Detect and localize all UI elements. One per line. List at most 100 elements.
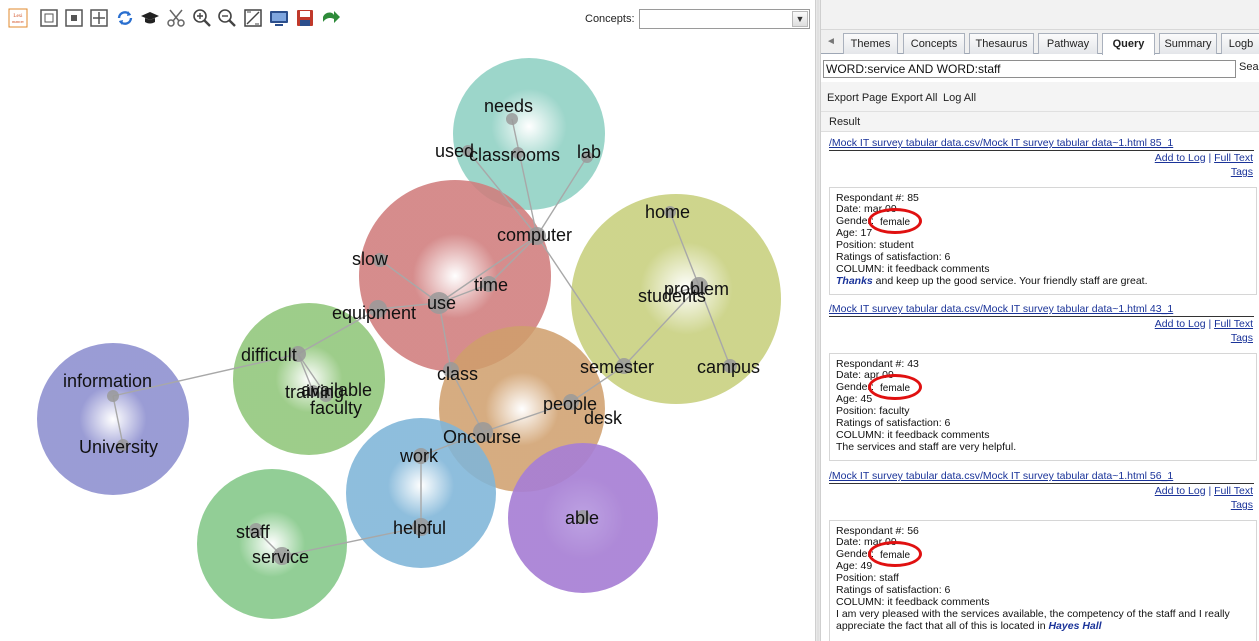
concept-label[interactable]: faculty	[310, 398, 362, 418]
chart-icon[interactable]	[242, 7, 264, 29]
concept-label[interactable]: use	[427, 293, 456, 313]
tags-link[interactable]: Tags	[1231, 499, 1253, 511]
query-row: Sea	[823, 60, 1259, 78]
result-link[interactable]: /Mock IT survey tabular data.csv/Mock IT…	[829, 470, 1173, 482]
chevron-down-icon[interactable]: ▼	[792, 11, 808, 27]
zoom-in-icon[interactable]	[191, 7, 213, 29]
tab-concepts[interactable]: Concepts	[903, 33, 965, 54]
record-column: COLUMN: it feedback comments	[836, 596, 990, 608]
record-age: Age: 17	[836, 227, 873, 239]
export-page-button[interactable]: Export Page	[827, 92, 888, 104]
result-record: Respondant #: 85 Date: mar 09 Gender: fe…	[829, 187, 1257, 295]
concept-label[interactable]: class	[437, 364, 478, 384]
concept-label[interactable]: Oncourse	[443, 427, 521, 447]
record-comment: Thanks and keep up the good service. You…	[836, 276, 1148, 287]
result-record: Respondant #: 43 Date: apr 09 Gender: fe…	[829, 353, 1257, 461]
record-column: COLUMN: it feedback comments	[836, 429, 990, 441]
graduation-cap-icon[interactable]	[139, 7, 161, 29]
concept-label[interactable]: available	[301, 380, 372, 400]
concept-label[interactable]: semester	[580, 357, 654, 377]
fit-page-icon[interactable]	[38, 7, 60, 29]
concept-label[interactable]: difficult	[241, 345, 297, 365]
concept-label[interactable]: equipment	[332, 303, 416, 323]
theme-circle-information[interactable]	[37, 343, 189, 495]
record-column: COLUMN: it feedback comments	[836, 263, 990, 275]
theme-circle-service[interactable]	[197, 469, 347, 619]
concept-label[interactable]: able	[565, 508, 599, 528]
result-heading: Result	[829, 116, 861, 128]
concept-label[interactable]: University	[79, 437, 158, 457]
concept-label[interactable]: staff	[236, 522, 271, 542]
tags-link[interactable]: Tags	[1231, 166, 1253, 178]
actions-separator: |	[1205, 318, 1215, 330]
add-to-log-link[interactable]: Add to Log	[1155, 318, 1206, 330]
actions-separator: |	[1205, 485, 1215, 497]
result-divider	[829, 483, 1254, 484]
concept-label[interactable]: desk	[584, 408, 623, 428]
export-bar: Export Page Export All Log All	[821, 82, 1259, 112]
concept-label[interactable]: problem	[664, 279, 729, 299]
zoom-out-icon[interactable]	[216, 7, 238, 29]
concept-label[interactable]: needs	[484, 96, 533, 116]
query-panel: ◄ Themes Concepts Thesaurus Pathway Quer…	[821, 0, 1259, 641]
tab-themes[interactable]: Themes	[843, 33, 898, 54]
concept-label[interactable]: slow	[352, 249, 389, 269]
result-divider	[829, 150, 1254, 151]
result-divider	[829, 316, 1254, 317]
concept-map[interactable]: needs used classrooms lab computer slow …	[0, 36, 815, 641]
tab-query[interactable]: Query	[1102, 33, 1155, 55]
result-record: Respondant #: 56 Date: mar 09 Gender: fe…	[829, 520, 1257, 641]
add-to-log-link[interactable]: Add to Log	[1155, 485, 1206, 497]
concept-label[interactable]: campus	[697, 357, 760, 377]
record-comment: The services and staff are very helpful.	[836, 441, 1017, 453]
tab-scroll-left-icon[interactable]: ◄	[824, 34, 838, 50]
full-text-link[interactable]: Full Text	[1214, 318, 1253, 330]
panel-header	[821, 0, 1259, 30]
result-link[interactable]: /Mock IT survey tabular data.csv/Mock IT…	[829, 303, 1173, 315]
forward-arrow-icon[interactable]	[320, 7, 342, 29]
query-input[interactable]	[823, 60, 1236, 78]
monitor-icon[interactable]	[268, 7, 290, 29]
concept-label[interactable]: home	[645, 202, 690, 222]
concepts-dropdown[interactable]: ▼	[639, 9, 810, 29]
record-comment: I am very pleased with the services avai…	[836, 608, 1230, 620]
fit-window-icon[interactable]	[63, 7, 85, 29]
app-window: Lexi mancer Concepts: ▼ needs used class…	[0, 0, 1259, 641]
save-icon[interactable]	[294, 7, 316, 29]
concept-label[interactable]: time	[474, 275, 508, 295]
leximancer-logo-icon[interactable]: Lexi mancer	[7, 7, 29, 29]
concept-label[interactable]: work	[399, 446, 439, 466]
log-all-button[interactable]: Log All	[943, 92, 976, 104]
highlight-oval	[868, 208, 922, 234]
record-ratings: Ratings of satisfaction: 6	[836, 584, 951, 596]
full-text-link[interactable]: Full Text	[1214, 152, 1253, 164]
concept-label[interactable]: classrooms	[469, 145, 560, 165]
theme-circle-difficult[interactable]	[233, 303, 385, 455]
refresh-icon[interactable]	[114, 7, 136, 29]
record-position: Position: faculty	[836, 405, 910, 417]
actions-separator: |	[1205, 152, 1215, 164]
concept-label[interactable]: lab	[577, 142, 601, 162]
scissors-icon[interactable]	[165, 7, 187, 29]
tab-summary[interactable]: Summary	[1159, 33, 1217, 54]
tab-pathway[interactable]: Pathway	[1038, 33, 1098, 54]
center-icon[interactable]	[88, 7, 110, 29]
tags-link[interactable]: Tags	[1231, 332, 1253, 344]
highlight-oval	[868, 541, 922, 567]
concept-label[interactable]: service	[252, 547, 309, 567]
export-all-button[interactable]: Export All	[891, 92, 937, 104]
concept-label[interactable]: information	[63, 371, 152, 391]
concept-map-pane: Lexi mancer Concepts: ▼ needs used class…	[0, 0, 815, 641]
concept-label[interactable]: computer	[497, 225, 572, 245]
concept-label[interactable]: helpful	[393, 518, 446, 538]
highlight-oval	[868, 374, 922, 400]
record-position: Position: student	[836, 239, 914, 251]
search-button[interactable]: Sea	[1239, 61, 1259, 73]
concepts-label: Concepts:	[585, 13, 635, 25]
record-age: Age: 45	[836, 393, 873, 405]
result-link[interactable]: /Mock IT survey tabular data.csv/Mock IT…	[829, 137, 1173, 149]
full-text-link[interactable]: Full Text	[1214, 485, 1253, 497]
tab-thesaurus[interactable]: Thesaurus	[969, 33, 1034, 54]
tab-logbook[interactable]: Logb	[1221, 33, 1259, 54]
add-to-log-link[interactable]: Add to Log	[1155, 152, 1206, 164]
